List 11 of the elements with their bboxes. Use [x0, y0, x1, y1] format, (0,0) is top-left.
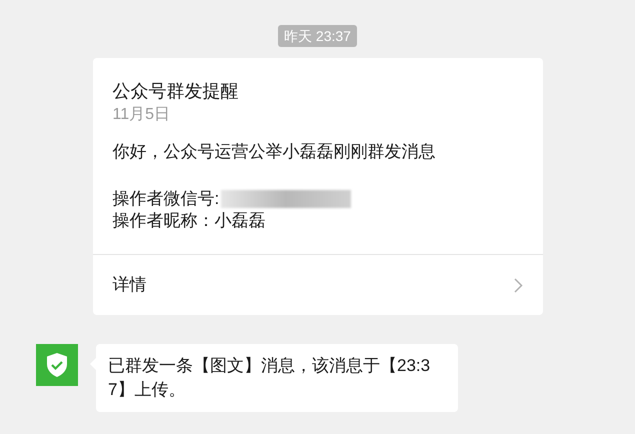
shield-check-icon: [36, 344, 78, 386]
field-label: 操作者昵称：: [112, 210, 214, 232]
timestamp: 昨天 23:37: [278, 25, 357, 47]
field-label: 操作者微信号:: [112, 188, 220, 210]
card-title: 公众号群发提醒: [112, 80, 240, 103]
card-message: 你好，公众号运营公举小磊磊刚刚群发消息: [112, 141, 436, 163]
card-date: 11月5日: [112, 105, 172, 125]
chevron-right-icon: [514, 278, 522, 292]
details-link[interactable]: 详情: [92, 255, 542, 315]
message-bubble: 已群发一条【图文】消息，该消息于【23:37】上传。: [96, 344, 458, 412]
field-value: 小磊磊: [214, 210, 266, 232]
